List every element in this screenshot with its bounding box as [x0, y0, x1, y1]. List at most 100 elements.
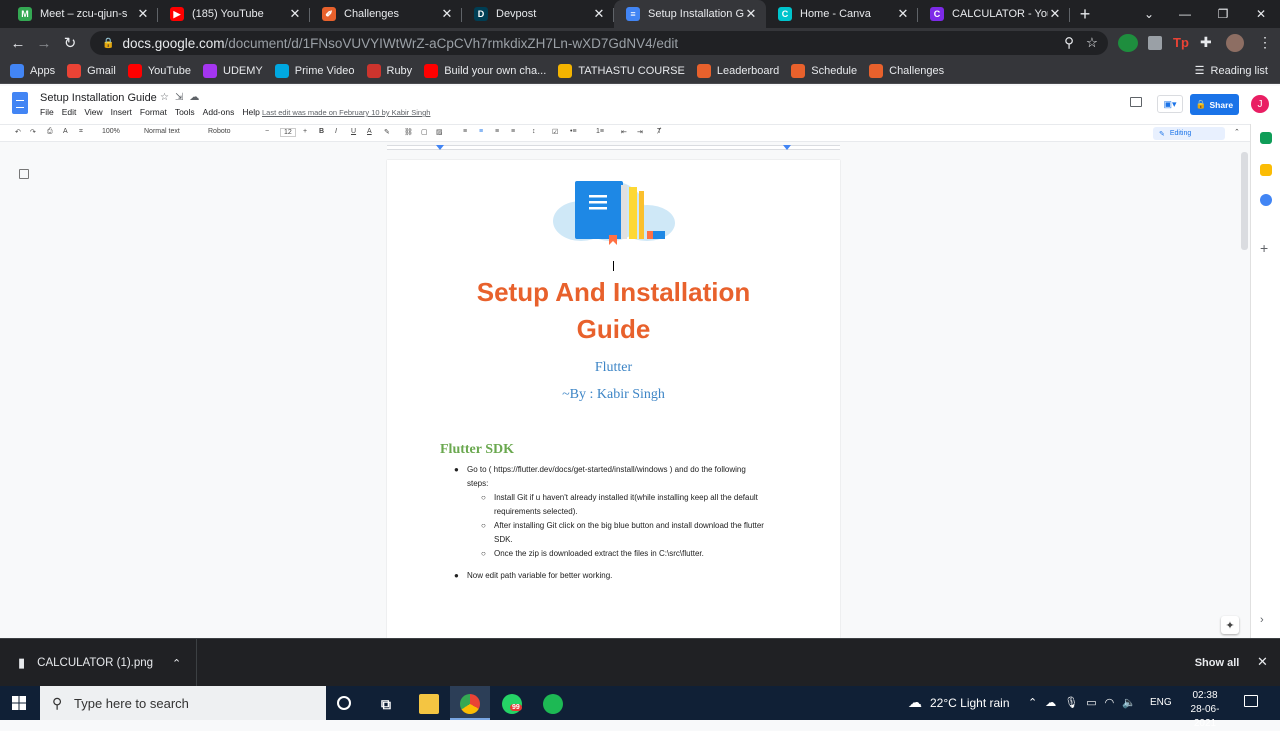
- extension-tp-icon[interactable]: Tp: [1173, 35, 1189, 50]
- reload-icon[interactable]: ↻: [57, 30, 83, 56]
- add-addon-icon[interactable]: +: [1260, 240, 1268, 256]
- wifi-icon[interactable]: ◠: [1105, 697, 1123, 709]
- chevron-up-icon[interactable]: ⌃: [172, 657, 181, 670]
- close-tab-icon[interactable]: ✕: [288, 6, 302, 22]
- move-icon[interactable]: ⇲: [175, 92, 189, 103]
- bookmark-item[interactable]: Ruby: [366, 63, 412, 78]
- menu-item[interactable]: Insert: [111, 107, 132, 117]
- file-explorer-icon[interactable]: [419, 694, 439, 714]
- bookmark-star-icon[interactable]: ☆: [1086, 35, 1098, 51]
- text-color-icon[interactable]: A: [367, 128, 372, 135]
- align-right-icon[interactable]: ≡: [495, 128, 499, 135]
- italic-icon[interactable]: I: [335, 128, 337, 135]
- hide-menus-icon[interactable]: ⌃: [1234, 128, 1240, 136]
- explore-icon[interactable]: ✦: [1221, 616, 1239, 634]
- close-tab-icon[interactable]: ✕: [896, 6, 910, 22]
- bookmark-item[interactable]: Apps: [10, 63, 55, 78]
- browser-tab[interactable]: C Home - Canva ✕: [766, 0, 918, 28]
- onedrive-icon[interactable]: ☁: [1045, 697, 1064, 709]
- bookmark-item[interactable]: Leaderboard: [696, 63, 779, 78]
- close-tab-icon[interactable]: ✕: [744, 6, 758, 22]
- cortana-icon[interactable]: [337, 696, 351, 710]
- comment-history-icon[interactable]: [1130, 97, 1142, 107]
- line-spacing-icon[interactable]: ↕: [532, 128, 536, 135]
- spellcheck-icon[interactable]: A: [63, 128, 68, 135]
- language-indicator[interactable]: ENG: [1150, 697, 1172, 708]
- print-icon[interactable]: ⎙: [47, 128, 53, 136]
- menu-item[interactable]: Help: [242, 107, 259, 117]
- zoom-icon[interactable]: ⚲: [1064, 35, 1074, 51]
- minimize-button[interactable]: —: [1166, 0, 1204, 28]
- user-avatar[interactable]: J: [1251, 95, 1269, 113]
- close-tab-icon[interactable]: ✕: [440, 6, 454, 22]
- last-edit-link[interactable]: Last edit was made on February 10 by Kab…: [262, 108, 430, 117]
- browser-tab[interactable]: M Meet – zcu-qjun-s ✕: [6, 0, 158, 28]
- forward-icon[interactable]: →: [31, 30, 57, 56]
- profile-avatar[interactable]: [1226, 34, 1244, 52]
- editing-mode-select[interactable]: ✎ Editing: [1153, 127, 1225, 140]
- left-indent-marker[interactable]: [436, 145, 444, 150]
- paint-format-icon[interactable]: ⌗: [79, 128, 83, 136]
- justify-icon[interactable]: ≡: [511, 128, 515, 135]
- collapse-panel-icon[interactable]: ›: [1260, 614, 1264, 626]
- share-button[interactable]: 🔒 Share: [1190, 94, 1239, 115]
- document-title[interactable]: Setup Installation Guide: [40, 92, 157, 104]
- menu-item[interactable]: Format: [140, 107, 167, 117]
- volume-icon[interactable]: 🔈: [1122, 697, 1144, 709]
- docs-logo-icon[interactable]: [12, 92, 28, 114]
- link-icon[interactable]: ⛓: [404, 128, 413, 136]
- bold-icon[interactable]: B: [319, 128, 324, 135]
- notifications-icon[interactable]: [1244, 695, 1258, 707]
- extensions-puzzle-icon[interactable]: ✚: [1200, 34, 1212, 51]
- download-item[interactable]: ▮ CALCULATOR (1).png ⌃: [0, 639, 197, 687]
- undo-icon[interactable]: ↶: [15, 128, 21, 136]
- bookmark-item[interactable]: Schedule: [791, 63, 857, 78]
- zoom-select[interactable]: 100%: [102, 128, 120, 135]
- present-meet-icon[interactable]: ▣▾: [1157, 95, 1183, 113]
- bookmark-item[interactable]: Build your own cha...: [424, 63, 546, 78]
- bookmark-item[interactable]: Gmail: [67, 63, 116, 78]
- close-tab-icon[interactable]: ✕: [136, 6, 150, 22]
- document-page[interactable]: Setup And Installation Guide Flutter ~By…: [387, 160, 840, 638]
- increase-indent-icon[interactable]: ⇥: [637, 128, 643, 136]
- browser-tab[interactable]: D Devpost ✕: [462, 0, 614, 28]
- decrease-font-icon[interactable]: −: [265, 128, 269, 135]
- taskbar-search-input[interactable]: ⚲ Type here to search: [40, 686, 326, 720]
- mic-icon[interactable]: 🎙: [1064, 697, 1086, 709]
- close-tab-icon[interactable]: ✕: [592, 6, 606, 22]
- back-icon[interactable]: ←: [5, 30, 31, 56]
- maximize-button[interactable]: ❐: [1204, 0, 1242, 28]
- vertical-scrollbar[interactable]: [1241, 152, 1248, 250]
- chrome-taskbar-button[interactable]: [450, 686, 490, 720]
- sheets-addon-icon[interactable]: [1260, 132, 1272, 144]
- decrease-indent-icon[interactable]: ⇤: [621, 128, 627, 136]
- spotify-icon[interactable]: [543, 694, 563, 714]
- bookmark-item[interactable]: YouTube: [127, 63, 191, 78]
- weather-widget[interactable]: ☁ 22°C Light rain: [908, 694, 1010, 711]
- browser-tab[interactable]: ≡ Setup Installation Gui ✕: [614, 0, 766, 28]
- font-select[interactable]: Roboto: [208, 128, 231, 135]
- whatsapp-icon[interactable]: 99: [502, 694, 522, 714]
- menu-item[interactable]: File: [40, 107, 54, 117]
- browser-tab[interactable]: ✐ Challenges ✕: [310, 0, 462, 28]
- bookmark-item[interactable]: UDEMY: [203, 63, 263, 78]
- show-all-button[interactable]: Show all: [1187, 651, 1247, 675]
- bookmark-item[interactable]: TATHASTU COURSE: [558, 63, 685, 78]
- browser-tab[interactable]: C CALCULATOR - YouTu✕: [918, 0, 1070, 28]
- close-shelf-icon[interactable]: ✕: [1257, 654, 1268, 670]
- more-menu-icon[interactable]: ⋮: [1258, 34, 1272, 51]
- clear-formatting-icon[interactable]: Ⱦ: [657, 128, 661, 135]
- image-icon[interactable]: ▨: [436, 128, 443, 136]
- keep-icon[interactable]: [1260, 164, 1272, 176]
- menu-item[interactable]: Add-ons: [203, 107, 235, 117]
- close-tab-icon[interactable]: ✕: [1048, 6, 1062, 22]
- extension-icon[interactable]: [1148, 36, 1162, 50]
- style-select[interactable]: Normal text: [144, 128, 180, 135]
- right-indent-marker[interactable]: [783, 145, 791, 150]
- task-view-icon[interactable]: ⧉: [376, 694, 396, 714]
- bulleted-list-icon[interactable]: •≡: [570, 128, 577, 135]
- new-tab-button[interactable]: +: [1070, 0, 1100, 28]
- increase-font-icon[interactable]: +: [303, 128, 307, 135]
- font-size-input[interactable]: 12: [280, 128, 296, 137]
- tab-search-icon[interactable]: ⌄: [1130, 0, 1168, 28]
